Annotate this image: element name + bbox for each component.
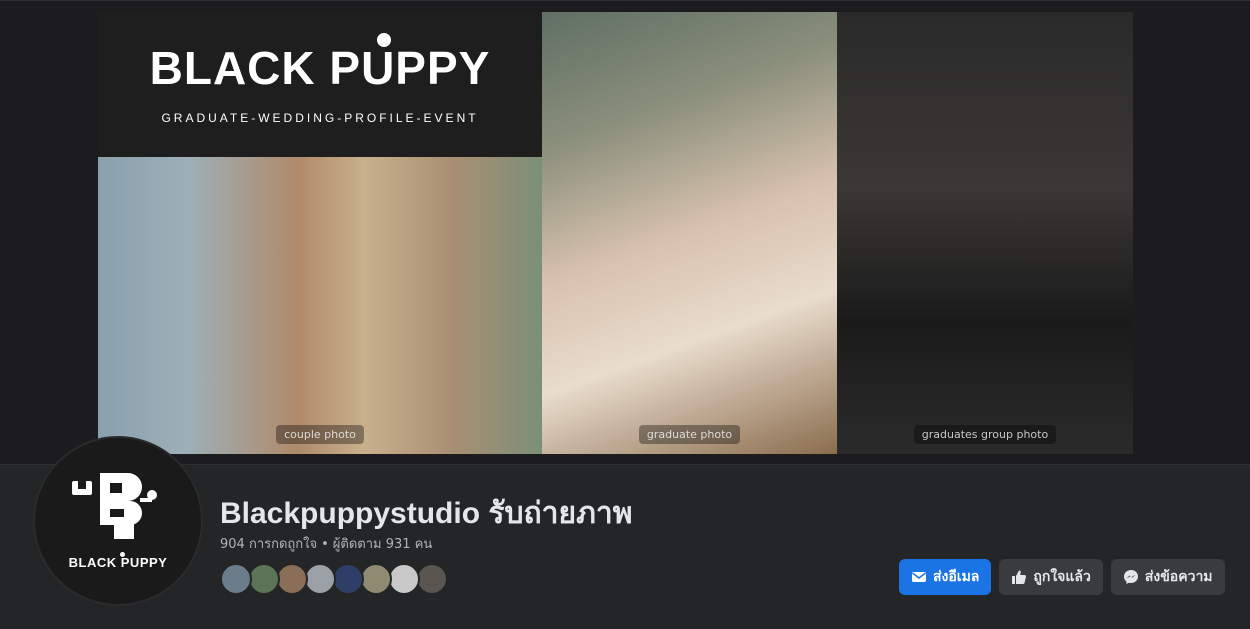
friend-avatar[interactable] [220,563,252,595]
envelope-icon [912,572,926,582]
friend-avatar[interactable] [416,563,448,595]
thumbs-up-icon [1012,570,1027,584]
friend-avatar[interactable] [248,563,280,595]
brand-dot-mark [376,32,391,47]
cover-margin-right [1133,1,1250,465]
brand-wordmark: BLACK PUPPY [149,32,491,94]
send-email-button[interactable]: ส่งอีเมล [899,559,992,595]
send-message-label: ส่งข้อความ [1144,569,1213,585]
photo-placeholder-label: graduate photo [638,425,741,444]
messenger-icon [1123,570,1138,584]
cover-photo-graduate: graduate photo [542,12,837,454]
page-profile-avatar[interactable]: BLACK PUPPY [33,436,203,606]
photo-placeholder-label: couple photo [276,425,364,444]
friend-avatar[interactable] [388,563,420,595]
send-message-button[interactable]: ส่งข้อความ [1110,559,1225,595]
page-action-buttons: ส่งอีเมล ถูกใจแล้ว ส่งข้อความ [899,559,1225,595]
friend-avatar[interactable] [360,563,392,595]
page-stats: 904 การกดถูกใจ • ผู้ติดตาม 931 คน [220,533,432,554]
liked-label: ถูกใจแล้ว [1033,569,1091,585]
cover-photo-group: graduates group photo [837,12,1133,454]
followers-count-link[interactable]: ผู้ติดตาม 931 คน [333,537,432,552]
cover-photo-couple: couple photo [98,157,542,454]
send-email-label: ส่งอีเมล [933,569,980,585]
avatar-logo-text: BLACK PUPPY [68,551,168,570]
friend-avatar[interactable] [332,563,364,595]
avatar-logo-text-label: BLACK PUPPY [68,554,168,570]
avatar-dot-mark [119,551,125,557]
brand-wordmark-text: BLACK PUPPY [149,41,491,94]
photo-placeholder-label: graduates group photo [913,425,1057,444]
page-title[interactable]: Blackpuppystudio รับถ่ายภาพ [220,490,633,537]
brand-tagline: GRADUATE-WEDDING-PROFILE-EVENT [161,110,479,125]
likes-count-link[interactable]: 904 การกดถูกใจ [220,537,317,552]
friend-avatar[interactable] [276,563,308,595]
black-puppy-logo-icon [72,472,157,539]
stats-separator: • [321,537,329,552]
friends-who-like-list [220,563,448,595]
cover-brand-block: BLACK PUPPY GRADUATE-WEDDING-PROFILE-EVE… [98,12,542,157]
cover-photo-area[interactable]: BLACK PUPPY GRADUATE-WEDDING-PROFILE-EVE… [0,0,1250,465]
friend-avatar[interactable] [304,563,336,595]
cover-margin-left [0,1,98,465]
liked-button[interactable]: ถูกใจแล้ว [999,559,1103,595]
